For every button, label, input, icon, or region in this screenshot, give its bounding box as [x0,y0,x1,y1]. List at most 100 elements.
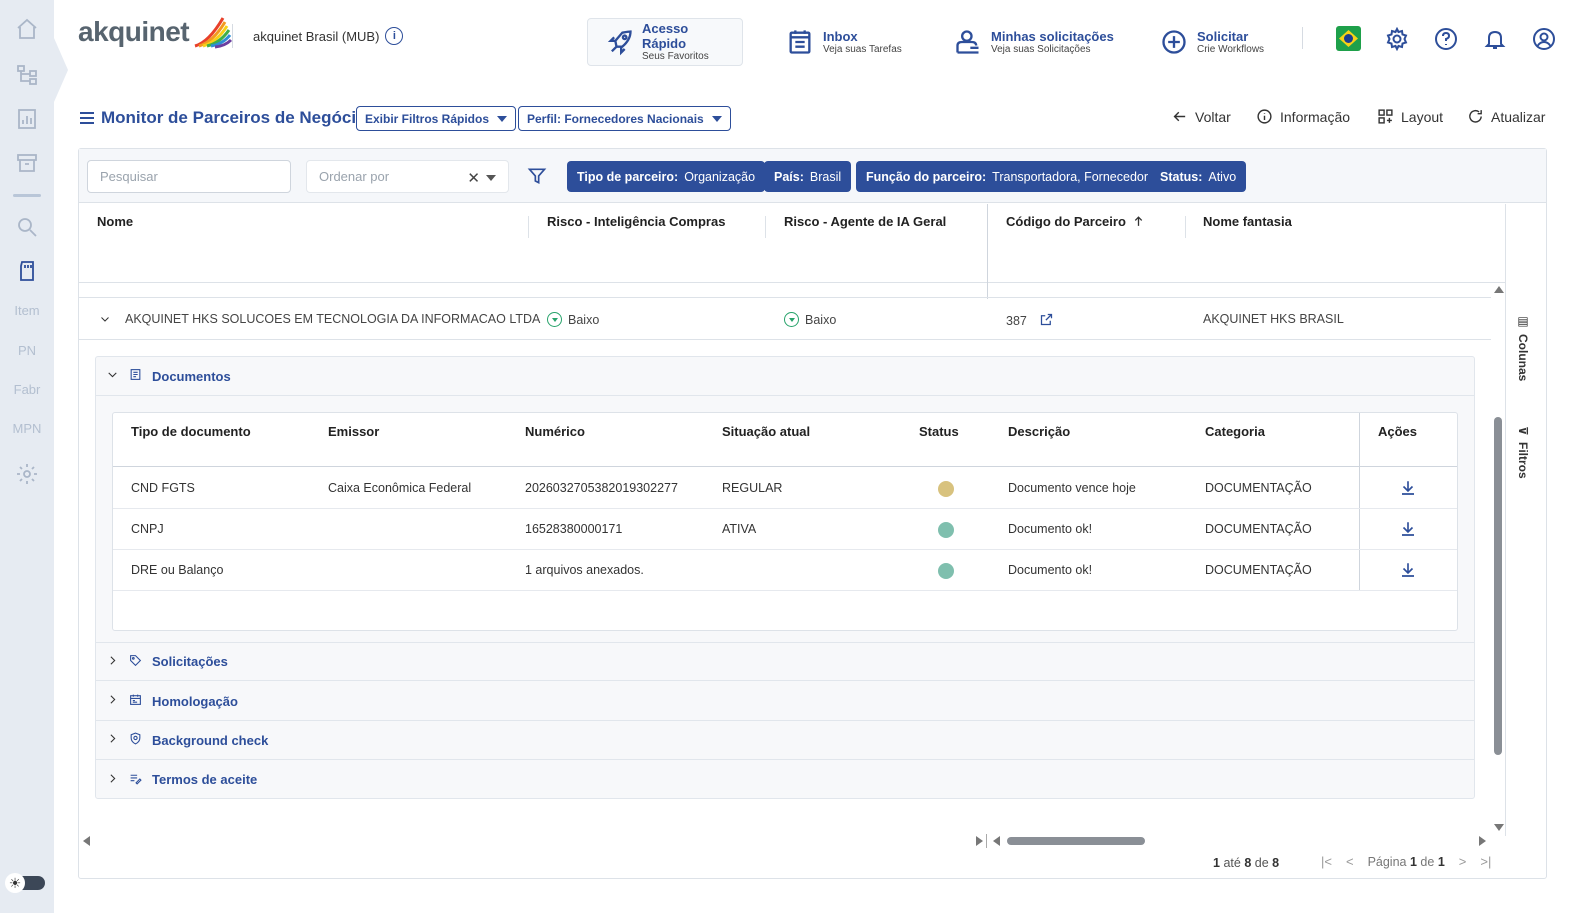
next-page-icon[interactable]: > [1459,854,1467,869]
chip-key: Status: [1160,169,1203,184]
logo[interactable]: akquinet [78,12,233,52]
refresh-button[interactable]: Atualizar [1467,108,1545,125]
doc-type: DRE ou Balanço [131,563,224,577]
settings-gear-icon[interactable] [1384,26,1410,52]
filter-chip-partner-type[interactable]: Tipo de parceiro: Organização [567,161,766,192]
gear-icon[interactable] [0,459,54,489]
scroll-right-icon[interactable] [1479,836,1486,846]
quick-filters-dropdown[interactable]: Exibir Filtros Rápidos [356,106,517,131]
report-icon[interactable] [0,104,54,134]
filter-funnel-icon[interactable] [527,166,547,186]
order-by-select[interactable]: Ordenar por ✕ [306,160,509,193]
back-button[interactable]: Voltar [1171,108,1231,125]
theme-toggle[interactable]: ☀ [5,873,45,893]
col-header-status[interactable]: Status [919,424,959,439]
info-button[interactable]: Informação [1256,108,1350,125]
info-icon[interactable]: i [385,27,404,45]
company-selector[interactable]: akquinet Brasil (MUB) i [253,27,404,45]
sidebar-item-fabr[interactable]: Fabr [0,379,54,399]
chevron-down-icon[interactable] [99,313,111,325]
layout-button[interactable]: Layout [1377,108,1443,125]
profile-label: Perfil: Fornecedores Nacionais [527,111,704,126]
filter-chip-country[interactable]: País: Brasil [764,161,852,192]
bell-icon[interactable] [1482,26,1508,52]
scroll-thumb[interactable] [1494,417,1502,755]
col-resize-handle[interactable] [528,216,529,238]
row-code-cell: 387 [1006,312,1054,330]
brazil-flag-icon[interactable] [1336,26,1361,51]
archive-icon[interactable] [0,148,54,178]
scroll-right-icon[interactable] [976,836,983,846]
accordion-termos-aceite[interactable]: Termos de aceite [96,760,1474,799]
filter-chip-status[interactable]: Status: Ativo [1150,161,1247,192]
col-header-nome[interactable]: Nome [97,214,133,229]
col-header-categoria[interactable]: Categoria [1205,424,1265,439]
sd-card-icon[interactable] [0,256,54,286]
doc-number: 1 arquivos anexados. [525,563,644,577]
col-header-numerico[interactable]: Numérico [525,424,585,439]
download-icon[interactable] [1399,479,1417,497]
sidebar-divider [13,194,41,197]
doc-description: Documento ok! [1008,563,1093,577]
scroll-up-icon[interactable] [1494,286,1504,293]
external-link-icon[interactable] [1039,312,1054,330]
menu-icon[interactable] [80,112,94,127]
vertical-scrollbar[interactable] [1491,286,1505,831]
filter-chip-partner-function[interactable]: Função do parceiro: Transportadora, Forne… [856,161,1159,192]
my-requests-button[interactable]: Minhas solicitações Veja suas Solicitaçõ… [953,18,1114,66]
table-row[interactable]: CNPJ 16528380000171 ATIVA Documento ok! … [113,509,1457,550]
accordion-documentos[interactable]: Documentos [96,357,1474,396]
quick-access-button[interactable]: Acesso Rápido Seus Favoritos [587,18,743,66]
search-icon[interactable] [0,212,54,242]
sidebar-item-pn[interactable]: PN [0,340,54,360]
home-icon[interactable] [0,14,54,44]
sidebar-item-mpn[interactable]: MPN [0,418,54,438]
user-account-icon[interactable] [1531,26,1557,52]
calendar-icon [129,693,142,709]
col-header-situacao[interactable]: Situação atual [722,424,810,439]
col-resize-handle[interactable] [1185,216,1186,238]
sidebar-item-item[interactable]: Item [0,300,54,320]
clear-icon[interactable]: ✕ [467,169,480,187]
scroll-left-icon[interactable] [993,836,1000,846]
columns-icon: ▤ [1516,314,1530,328]
sidebar-item-label: Fabr [13,381,41,397]
accordion-homologacao[interactable]: Homologação [96,682,1474,721]
horizontal-scroll-thumb[interactable] [1007,837,1145,845]
col-header-risco-ia[interactable]: Risco - Agente de IA Geral [784,214,946,229]
profile-dropdown[interactable]: Perfil: Fornecedores Nacionais [518,106,731,131]
hierarchy-icon[interactable] [0,60,54,90]
accordion-background-check[interactable]: Background check [96,721,1474,760]
filters-panel-toggle[interactable]: ⊽ Filtros [1516,426,1530,478]
table-row[interactable]: AKQUINET HKS SOLUCOES EM TECNOLOGIA DA I… [79,299,1491,340]
chevron-down-icon[interactable] [486,175,496,181]
col-header-risco-compras[interactable]: Risco - Inteligência Compras [547,214,725,229]
col-header-codigo[interactable]: Código do Parceiro [1006,214,1145,229]
first-page-icon[interactable]: |< [1321,854,1332,869]
prev-page-icon[interactable]: < [1346,854,1354,869]
accordion-solicitacoes[interactable]: Solicitações [96,642,1474,681]
download-icon[interactable] [1399,561,1417,579]
pagination-controls: |< < Página 1 de 1 > >| [1321,854,1491,869]
col-header-fantasia[interactable]: Nome fantasia [1203,214,1292,229]
inbox-subtitle: Veja suas Tarefas [823,43,902,55]
table-row[interactable]: DRE ou Balanço 1 arquivos anexados. Docu… [113,550,1457,591]
table-row[interactable]: CND FGTS Caixa Econômica Federal 2026032… [113,468,1457,509]
last-page-icon[interactable]: >| [1480,854,1491,869]
col-header-descricao[interactable]: Descrição [1008,424,1070,439]
scroll-left-icon[interactable] [83,836,90,846]
help-icon[interactable] [1433,26,1459,52]
scroll-down-icon[interactable] [1494,824,1504,831]
search-input[interactable] [87,160,291,193]
caret-down-icon [711,115,722,122]
col-resize-handle[interactable] [765,216,766,238]
col-header-tipo[interactable]: Tipo de documento [131,424,251,439]
request-button[interactable]: Solicitar Crie Workflows [1159,18,1264,66]
grid-header-row: Nome Risco - Inteligência Compras Risco … [79,204,1505,283]
doc-situation: REGULAR [722,481,783,495]
doc-type: CNPJ [131,522,164,536]
col-header-emissor[interactable]: Emissor [328,424,379,439]
download-icon[interactable] [1399,520,1417,538]
columns-panel-toggle[interactable]: ▤ Colunas [1516,314,1530,381]
inbox-button[interactable]: Inbox Veja suas Tarefas [785,18,902,66]
